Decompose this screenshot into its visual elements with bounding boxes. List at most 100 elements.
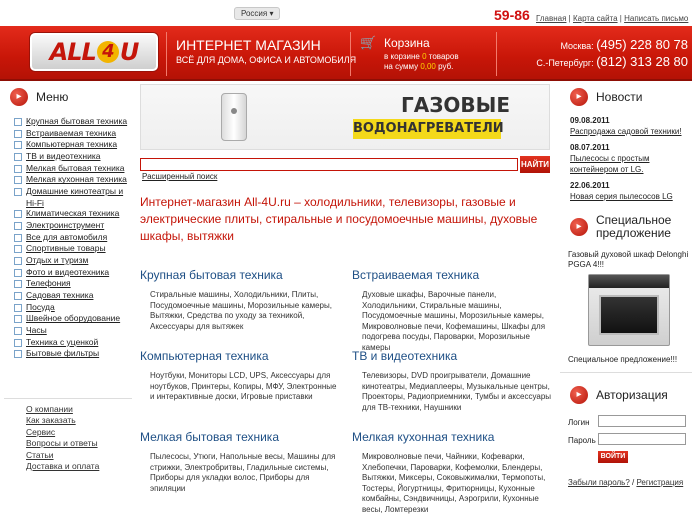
menu-link[interactable]: Садовая техника: [26, 290, 93, 302]
search-input[interactable]: [140, 158, 518, 171]
extended-search-link[interactable]: Расширенный поиск: [142, 172, 217, 181]
menu-link[interactable]: Фото и видеотехника: [26, 267, 109, 279]
menu-link[interactable]: Мелкая бытовая техника: [26, 163, 124, 175]
category-links[interactable]: Телевизоры, DVD проигрыватели, Домашние …: [352, 371, 552, 413]
menu-link[interactable]: Спортивные товары: [26, 243, 106, 255]
menu-item[interactable]: Швейное оборудование: [14, 313, 132, 325]
oven-window: [599, 295, 659, 335]
category-links[interactable]: Микроволновые печи, Чайники, Кофеварки, …: [352, 452, 552, 515]
news-item: 08.07.2011 Пылесосы с простым контейнером…: [570, 143, 692, 175]
menu-item[interactable]: Крупная бытовая техника: [14, 116, 132, 128]
menu-item[interactable]: Техника с уценкой: [14, 337, 132, 349]
forgot-password-link[interactable]: Забыли пароль?: [568, 478, 630, 487]
sidebar-divider: [560, 372, 692, 373]
menu-link[interactable]: Швейное оборудование: [26, 313, 120, 325]
menu-item[interactable]: Часы: [14, 325, 132, 337]
phone-code: 59-86: [494, 7, 530, 23]
promo-banner[interactable]: ГАЗОВЫЕ ВОДОНАГРЕВАТЕЛИ: [140, 84, 550, 150]
menu-link[interactable]: Мелкая кухонная техника: [26, 174, 127, 186]
news-date: 09.08.2011: [570, 116, 610, 125]
category-links[interactable]: Духовые шкафы, Варочные панели, Холодиль…: [352, 290, 552, 353]
category-links[interactable]: Стиральные машины, Холодильники, Плиты, …: [140, 290, 340, 332]
menu-item[interactable]: Фото и видеотехника: [14, 267, 132, 279]
sitemap-link[interactable]: Карта сайта: [573, 14, 618, 23]
phones: Москва: (495) 228 80 78 С.-Петербург: (8…: [504, 37, 688, 71]
menu-item[interactable]: Компьютерная техника: [14, 139, 132, 151]
menu-link[interactable]: Климатическая техника: [26, 208, 119, 220]
menu-link[interactable]: Домашние кинотеатры и Hi-Fi: [26, 186, 132, 209]
category-title[interactable]: Мелкая кухонная техника: [352, 430, 552, 444]
bullet-icon: [14, 233, 22, 242]
category-links[interactable]: Пылесосы, Утюги, Напольные весы, Машины …: [140, 452, 340, 494]
menu-item[interactable]: Бытовые фильтры: [14, 348, 132, 360]
news-link[interactable]: Пылесосы с простым контейнером от LG.: [570, 154, 650, 174]
menu-item[interactable]: Климатическая техника: [14, 208, 132, 220]
menu-link[interactable]: Посуда: [26, 302, 55, 314]
oven-image[interactable]: [588, 274, 670, 346]
register-link[interactable]: Регистрация: [636, 478, 683, 487]
cart-label: товаров: [426, 52, 459, 61]
news-link[interactable]: Распродажа садовой техники!: [570, 127, 682, 136]
faq-link[interactable]: Вопросы и ответы: [26, 438, 99, 449]
cart-title[interactable]: Корзина: [384, 36, 430, 50]
delivery-link[interactable]: Доставка и оплата: [26, 461, 99, 472]
password-input[interactable]: [598, 433, 686, 445]
menu-link[interactable]: Компьютерная техника: [26, 139, 117, 151]
category-title[interactable]: Компьютерная техника: [140, 349, 340, 363]
cart-label: руб.: [435, 62, 454, 71]
category-title[interactable]: ТВ и видеотехника: [352, 349, 552, 363]
menu-link[interactable]: ТВ и видеотехника: [26, 151, 101, 163]
menu-item[interactable]: ТВ и видеотехника: [14, 151, 132, 163]
menu-item[interactable]: Садовая техника: [14, 290, 132, 302]
menu-link[interactable]: Встраиваемая техника: [26, 128, 116, 140]
menu-link[interactable]: Крупная бытовая техника: [26, 116, 127, 128]
home-link[interactable]: Главная: [536, 14, 566, 23]
menu-link[interactable]: Бытовые фильтры: [26, 348, 99, 360]
menu-item[interactable]: Домашние кинотеатры и Hi-Fi: [14, 186, 132, 208]
category-title[interactable]: Крупная бытовая техника: [140, 268, 340, 282]
menu-item[interactable]: Посуда: [14, 302, 132, 314]
menu-item[interactable]: Отдых и туризм: [14, 255, 132, 267]
auth-header: ▸ Авторизация: [560, 382, 692, 408]
menu-item[interactable]: Электроинструмент: [14, 220, 132, 232]
login-input[interactable]: [598, 415, 686, 427]
articles-link[interactable]: Статьи: [26, 450, 99, 461]
how-to-order-link[interactable]: Как заказать: [26, 415, 99, 426]
auth-title: Авторизация: [596, 388, 668, 402]
menu-item[interactable]: Мелкая кухонная техника: [14, 174, 132, 186]
cart-icon[interactable]: 🛒: [360, 36, 378, 50]
logo[interactable]: ALL 4 U: [30, 33, 158, 71]
region-select[interactable]: Россия ▾: [234, 7, 281, 20]
category-block: Крупная бытовая техника Стиральные машин…: [140, 268, 340, 332]
menu-item[interactable]: Мелкая бытовая техника: [14, 163, 132, 175]
login-button[interactable]: ВОЙТИ: [598, 451, 628, 463]
menu-link[interactable]: Техника с уценкой: [26, 337, 98, 349]
menu-link[interactable]: Все для автомобиля: [26, 232, 107, 244]
logo-number: 4: [96, 41, 119, 63]
menu-link[interactable]: Электроинструмент: [26, 220, 104, 232]
news-title: Новости: [596, 90, 643, 104]
bullet-icon: [14, 153, 22, 162]
menu-icon: ▸: [10, 88, 28, 106]
menu-item[interactable]: Встраиваемая техника: [14, 128, 132, 140]
menu-link[interactable]: Телефония: [26, 278, 71, 290]
menu-link[interactable]: Часы: [26, 325, 47, 337]
category-links[interactable]: Ноутбуки, Мониторы LCD, UPS, Аксессуары …: [140, 371, 340, 403]
news-list: 09.08.2011 Распродажа садовой техники! 08…: [560, 116, 692, 202]
service-link[interactable]: Сервис: [26, 427, 99, 438]
menu-link[interactable]: Отдых и туризм: [26, 255, 88, 267]
moscow-label: Москва:: [560, 41, 594, 51]
menu-item[interactable]: Спортивные товары: [14, 243, 132, 255]
menu-item[interactable]: Телефония: [14, 278, 132, 290]
news-link[interactable]: Новая серия пылесосов LG: [570, 192, 673, 201]
special-product-name[interactable]: Газовый духовой шкаф Delonghi PGGA 4!!!: [568, 250, 692, 270]
about-link[interactable]: О компании: [26, 404, 99, 415]
menu-item[interactable]: Все для автомобиля: [14, 232, 132, 244]
bullet-icon: [14, 210, 22, 219]
cart-label: в корзине: [384, 52, 423, 61]
header-divider: [496, 32, 497, 76]
search-button[interactable]: НАЙТИ: [520, 156, 550, 173]
category-title[interactable]: Мелкая бытовая техника: [140, 430, 340, 444]
category-title[interactable]: Встраиваемая техника: [352, 268, 552, 282]
write-letter-link[interactable]: Написать письмо: [624, 14, 688, 23]
